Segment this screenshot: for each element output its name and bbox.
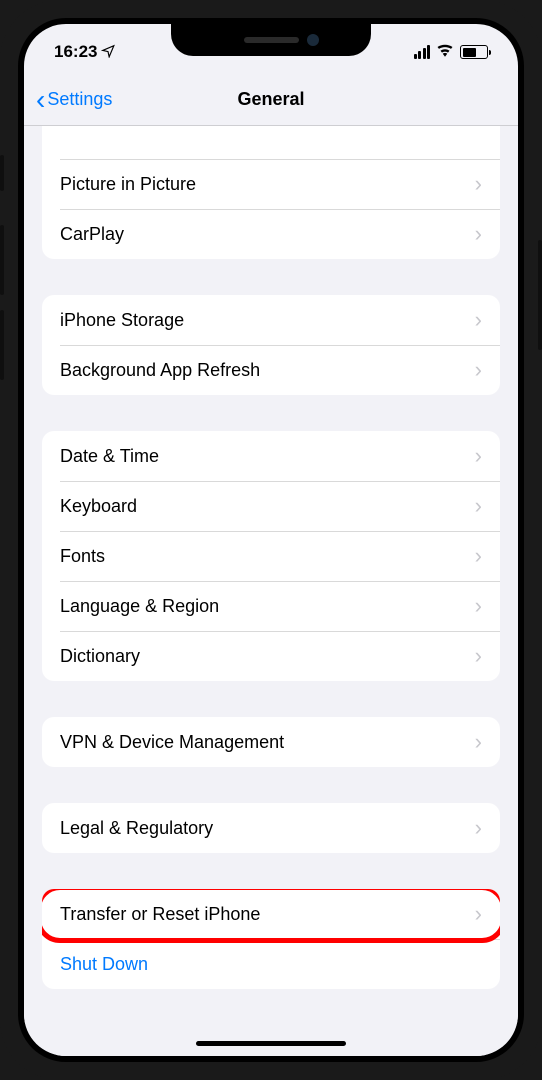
status-time: 16:23 [54, 42, 97, 62]
row-airplay[interactable]: AirPlay & Handoff [42, 126, 500, 159]
home-indicator[interactable] [196, 1041, 346, 1046]
row-dictionary[interactable]: Dictionary › [42, 631, 500, 681]
row-transfer-or-reset-iphone[interactable]: Transfer or Reset iPhone › [42, 889, 500, 939]
row-label: Legal & Regulatory [60, 818, 213, 839]
row-label: Language & Region [60, 596, 219, 617]
chevron-right-icon: › [475, 223, 482, 245]
status-right [414, 43, 489, 62]
row-fonts[interactable]: Fonts › [42, 531, 500, 581]
row-label: Transfer or Reset iPhone [60, 904, 260, 925]
chevron-right-icon: › [475, 495, 482, 517]
speaker-grille [244, 37, 299, 43]
page-title: General [237, 89, 304, 110]
chevron-right-icon: › [475, 173, 482, 195]
volume-down-button [0, 310, 4, 380]
row-vpn-device-management[interactable]: VPN & Device Management › [42, 717, 500, 767]
row-label: CarPlay [60, 224, 124, 245]
row-iphone-storage[interactable]: iPhone Storage › [42, 295, 500, 345]
cellular-icon [414, 45, 431, 59]
nav-bar: ‹ Settings General [24, 74, 518, 126]
row-picture-in-picture[interactable]: Picture in Picture › [42, 159, 500, 209]
row-label: Date & Time [60, 446, 159, 467]
chevron-right-icon: › [475, 731, 482, 753]
chevron-right-icon: › [475, 645, 482, 667]
chevron-right-icon: › [475, 309, 482, 331]
wifi-icon [436, 43, 454, 62]
battery-icon [460, 45, 488, 59]
row-label: Keyboard [60, 496, 137, 517]
chevron-right-icon: › [475, 903, 482, 925]
chevron-right-icon: › [475, 359, 482, 381]
row-date-time[interactable]: Date & Time › [42, 431, 500, 481]
settings-group-vpn: VPN & Device Management › [42, 717, 500, 767]
location-icon [101, 44, 115, 61]
chevron-right-icon: › [475, 817, 482, 839]
phone-body: 16:23 [18, 18, 524, 1062]
power-button [538, 240, 542, 350]
settings-group-display: AirPlay & Handoff Picture in Picture › C… [42, 126, 500, 259]
row-label: Picture in Picture [60, 174, 196, 195]
settings-group-legal: Legal & Regulatory › [42, 803, 500, 853]
row-legal-regulatory[interactable]: Legal & Regulatory › [42, 803, 500, 853]
row-carplay[interactable]: CarPlay › [42, 209, 500, 259]
row-label: VPN & Device Management [60, 732, 284, 753]
notch [171, 24, 371, 56]
row-label: iPhone Storage [60, 310, 184, 331]
row-label: Background App Refresh [60, 360, 260, 381]
settings-group-reset: Transfer or Reset iPhone › Shut Down [42, 889, 500, 989]
row-label: Fonts [60, 546, 105, 567]
settings-content[interactable]: AirPlay & Handoff Picture in Picture › C… [24, 126, 518, 1056]
chevron-right-icon: › [475, 595, 482, 617]
back-label: Settings [47, 89, 112, 110]
chevron-right-icon: › [475, 545, 482, 567]
status-left: 16:23 [54, 42, 115, 62]
settings-group-storage: iPhone Storage › Background App Refresh … [42, 295, 500, 395]
front-camera [307, 34, 319, 46]
row-label: Shut Down [60, 954, 148, 975]
settings-group-locale: Date & Time › Keyboard › Fonts › Languag… [42, 431, 500, 681]
mute-switch [0, 155, 4, 191]
chevron-left-icon: ‹ [36, 86, 45, 114]
volume-up-button [0, 225, 4, 295]
phone-frame: 16:23 [0, 0, 542, 1080]
chevron-right-icon: › [475, 445, 482, 467]
row-shut-down[interactable]: Shut Down [42, 939, 500, 989]
battery-fill [463, 48, 477, 57]
screen: 16:23 [24, 24, 518, 1056]
row-background-app-refresh[interactable]: Background App Refresh › [42, 345, 500, 395]
back-button[interactable]: ‹ Settings [36, 86, 112, 114]
row-keyboard[interactable]: Keyboard › [42, 481, 500, 531]
row-language-region[interactable]: Language & Region › [42, 581, 500, 631]
row-label: Dictionary [60, 646, 140, 667]
